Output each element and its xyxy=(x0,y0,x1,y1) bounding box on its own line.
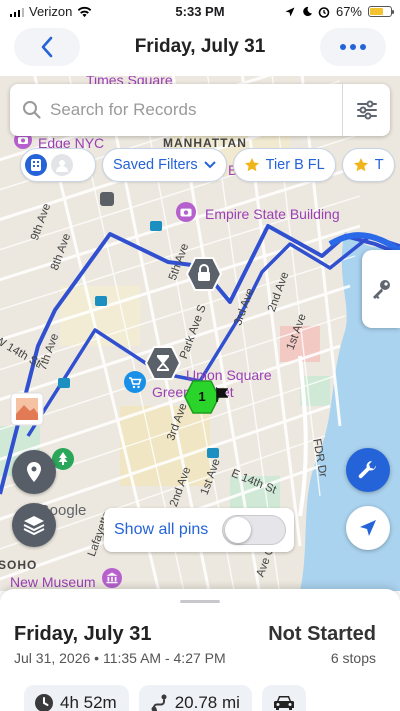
distance-stat: 20.78 mi xyxy=(138,685,252,711)
map-view[interactable]: Times Square Edge NYC MANHATTAN Bu Empir… xyxy=(0,76,400,591)
route-summary-sheet[interactable]: Friday, July 31 Not Started Jul 31, 2026… xyxy=(0,589,400,711)
assignee-chip[interactable] xyxy=(20,148,96,182)
user-icon xyxy=(56,160,68,172)
stop-pin-1[interactable]: 1 xyxy=(184,380,220,414)
duration-stat: 4h 52m xyxy=(24,685,129,711)
user-avatar xyxy=(51,154,73,176)
sliders-icon xyxy=(356,100,377,120)
show-all-pins-label: Show all pins xyxy=(114,521,209,538)
building-icon xyxy=(31,159,41,171)
my-location-button[interactable] xyxy=(346,506,390,550)
duration-value: 4h 52m xyxy=(60,693,117,711)
route-time-range: Jul 31, 2026 • 11:35 AM - 4:27 PM xyxy=(14,650,226,666)
route-status: Not Started xyxy=(268,623,376,645)
route-date: Friday, July 31 xyxy=(14,623,152,645)
hourglass-pin[interactable] xyxy=(145,346,181,380)
more-options-button[interactable] xyxy=(320,28,386,66)
route-icon xyxy=(151,694,167,711)
moon-icon xyxy=(303,6,312,17)
tools-button[interactable] xyxy=(346,448,390,492)
battery-icon xyxy=(368,6,394,17)
star-icon xyxy=(244,158,259,172)
tier-next-label: T xyxy=(374,157,384,173)
team-avatar xyxy=(25,154,47,176)
alarm-icon xyxy=(318,6,330,18)
star-icon xyxy=(353,158,368,172)
filter-chips: Saved Filters Tier B FL T xyxy=(20,148,395,182)
status-bar: Verizon 5:33 PM 67% xyxy=(0,0,400,24)
saved-filters-label: Saved Filters xyxy=(113,157,198,173)
map-label-empire-state[interactable]: Empire State Building xyxy=(205,206,340,222)
tier-chip-next[interactable]: T xyxy=(341,148,395,182)
tier-b-label: Tier B FL xyxy=(265,157,325,173)
show-all-pins-card: Show all pins xyxy=(104,508,294,552)
tier-b-chip[interactable]: Tier B FL xyxy=(232,148,336,182)
location-arrow-icon xyxy=(285,7,295,16)
shopping-cart-icon[interactable] xyxy=(124,371,146,393)
museum-icon[interactable] xyxy=(102,568,122,588)
place-pin-button[interactable] xyxy=(12,450,56,494)
route-stats: 4h 52m 20.78 mi xyxy=(24,685,306,711)
nav-header: Friday, July 31 xyxy=(0,24,400,76)
photo-thumbnail[interactable] xyxy=(10,392,44,426)
filter-settings-button[interactable] xyxy=(342,84,390,136)
sheet-drag-handle[interactable] xyxy=(180,600,220,603)
map-label-new-museum[interactable]: New Museum xyxy=(10,574,96,590)
stop-number: 1 xyxy=(198,389,206,404)
map-layers-button[interactable] xyxy=(12,503,56,547)
key-icon xyxy=(373,280,390,299)
status-right: 67% xyxy=(285,4,394,19)
chevron-down-icon xyxy=(203,161,216,169)
search-input[interactable] xyxy=(50,90,342,130)
route-stop-count: 6 stops xyxy=(330,650,376,666)
battery-percent: 67% xyxy=(335,4,362,19)
search-bar xyxy=(10,84,390,136)
distance-value: 20.78 mi xyxy=(174,693,240,711)
car-icon xyxy=(273,696,294,710)
wrench-icon xyxy=(358,461,376,479)
vehicle-button[interactable] xyxy=(261,685,306,711)
ellipsis-icon xyxy=(340,44,366,50)
show-all-pins-toggle[interactable] xyxy=(222,515,286,545)
saved-filters-chip[interactable]: Saved Filters xyxy=(102,148,227,182)
clock-icon xyxy=(35,694,53,711)
search-icon xyxy=(23,101,41,119)
navigation-arrow-icon xyxy=(360,520,376,536)
map-pin-icon xyxy=(27,462,41,482)
layers-icon xyxy=(23,516,45,536)
map-label-soho: SOHO xyxy=(0,558,38,572)
lock-pin[interactable] xyxy=(186,257,222,291)
flag-icon xyxy=(216,388,228,402)
camera-icon[interactable] xyxy=(176,202,196,222)
key-tab-button[interactable] xyxy=(362,250,400,328)
